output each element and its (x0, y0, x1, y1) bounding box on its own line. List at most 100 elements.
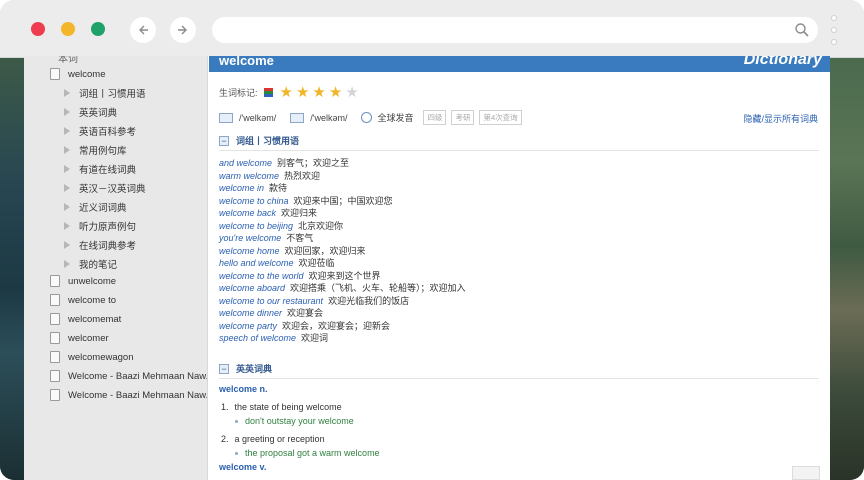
sidebar-item-label: 英汉－汉英词典 (79, 184, 146, 195)
kebab-dot (832, 40, 836, 44)
sidebar-item-welcome-baazi-2[interactable]: Welcome - Baazi Mehmaan Naw... (50, 386, 208, 404)
phrase-en-link[interactable]: welcome party (219, 321, 277, 331)
disclosure-triangle-icon (64, 260, 70, 268)
phrase-en-link[interactable]: welcome dinner (219, 308, 282, 318)
phrase-en-link[interactable]: welcome home (219, 246, 280, 256)
phrase-item: speech of welcome 欢迎词 (219, 331, 328, 344)
pronunciation-row: /'welkəm/ /'welkəm/ 全球发音 四级 考研 第4次查询 (219, 110, 819, 125)
disclosure-triangle-icon (64, 184, 70, 192)
document-icon (50, 389, 60, 401)
sidebar-item-online-reference[interactable]: 在线词典参考 (64, 236, 136, 254)
collapse-icon[interactable]: − (219, 363, 229, 374)
star-icon[interactable]: ★ (280, 85, 293, 100)
definition-text: the state of being welcome (234, 402, 342, 412)
phrase-item: welcome to beijing 北京欢迎你 (219, 219, 343, 232)
definition-item: 2. a greeting or reception (221, 434, 325, 444)
sidebar-item-welcomemat[interactable]: welcomemat (50, 310, 121, 328)
sidebar-item-phrases[interactable]: 词组丨习惯用语 (64, 84, 146, 102)
phrase-en-link[interactable]: hello and welcome (219, 258, 294, 268)
more-menu-button[interactable] (830, 16, 838, 44)
global-pronunciation-link[interactable]: 全球发音 (377, 111, 413, 124)
toggle-all-dictionaries-link[interactable]: 隐藏/显示所有词典 (743, 112, 818, 125)
sidebar-item-welcomer[interactable]: welcomer (50, 329, 109, 347)
star-icon[interactable]: ★ (329, 85, 342, 100)
phrase-zh: 欢迎会，欢迎宴会；迎新会 (282, 320, 391, 331)
phrase-en-link[interactable]: welcome aboard (219, 283, 285, 293)
phrase-item: welcome dinner 欢迎宴会 (219, 306, 323, 319)
dictionary-brand: Dictionary (743, 56, 822, 68)
document-icon (50, 351, 60, 363)
sidebar-item-label: 词组丨习惯用语 (79, 89, 146, 100)
sidebar-item-label: 常用例句库 (79, 146, 127, 157)
sidebar-item-notes[interactable]: 我的笔记 (64, 255, 117, 273)
disclosure-triangle-icon (64, 222, 70, 230)
maximize-window-button[interactable] (91, 22, 105, 36)
phrase-item: you're welcome 不客气 (219, 231, 313, 244)
definition-number: 2. (221, 434, 229, 444)
phrase-item: warm welcome 热烈欢迎 (219, 169, 320, 182)
sidebar-item-label: 近义词词典 (79, 203, 127, 214)
phrase-en-link[interactable]: warm welcome (219, 171, 279, 181)
phrase-en-link[interactable]: welcome to our restaurant (219, 296, 323, 306)
section-title: 英英词典 (236, 364, 273, 374)
sidebar-item-synonyms[interactable]: 近义词词典 (64, 198, 127, 216)
sidebar-item-welcome-baazi-1[interactable]: Welcome - Baazi Mehmaan Naw... (50, 367, 208, 385)
sidebar-item-youdao-online[interactable]: 有道在线词典 (64, 160, 136, 178)
url-input[interactable] (212, 17, 772, 43)
tag-badge: 四级 (423, 110, 447, 125)
address-bar[interactable] (212, 17, 818, 43)
ee-section-header[interactable]: − 英英词典 (219, 362, 819, 379)
document-icon (50, 370, 60, 382)
sidebar-item-label: 在线词典参考 (79, 241, 137, 252)
star-icon[interactable]: ★ (312, 85, 325, 100)
sidebar-item-label: 我的笔记 (79, 260, 118, 271)
pronunciation-us: /'welkəm/ (310, 112, 348, 123)
phrase-item: hello and welcome 欢迎莅临 (219, 256, 335, 269)
star-icon[interactable]: ★ (296, 85, 309, 100)
sidebar-item-en-cn-dictionary[interactable]: 英汉－汉英词典 (64, 179, 146, 197)
forward-button[interactable] (170, 17, 196, 43)
phrase-item: welcome aboard 欢迎搭乘（飞机、火车、轮船等）；欢迎加入 (219, 281, 466, 294)
phrase-en-link[interactable]: speech of welcome (219, 333, 296, 343)
back-button[interactable] (130, 17, 156, 43)
browser-toolbar (0, 0, 864, 58)
sidebar-item-welcome[interactable]: welcome (50, 65, 106, 83)
disclosure-triangle-icon (64, 165, 70, 173)
phrase-en-link[interactable]: welcome in (219, 183, 264, 193)
phrase-en-link[interactable]: welcome to the world (219, 271, 304, 281)
tag-badge: 第4次查询 (479, 110, 522, 125)
headword: welcome (219, 56, 274, 68)
sidebar-item-encyclopedia[interactable]: 英语百科参考 (64, 122, 136, 140)
search-icon[interactable] (794, 22, 810, 38)
window-corner-widget (792, 466, 820, 480)
sidebar-item-label: Welcome - Baazi Mehmaan Naw... (68, 370, 208, 382)
word-header: welcome Dictionary (209, 56, 830, 72)
globe-icon[interactable] (361, 112, 373, 123)
sidebar-item-sentences[interactable]: 常用例句库 (64, 141, 127, 159)
phrase-en-link[interactable]: you're welcome (219, 233, 281, 243)
sidebar-item-unwelcome[interactable]: unwelcome (50, 272, 116, 290)
sidebar-item-ee-dictionary[interactable]: 英英词典 (64, 103, 117, 121)
close-window-button[interactable] (31, 22, 45, 36)
section-title: 词组丨习惯用语 (236, 136, 300, 146)
phrase-en-link[interactable]: welcome to beijing (219, 221, 293, 231)
us-flag-icon[interactable] (290, 112, 305, 123)
phrase-en-link[interactable]: and welcome (219, 158, 272, 168)
sidebar-item-welcomewagon[interactable]: welcomewagon (50, 348, 133, 366)
sidebar-item-welcome-to[interactable]: welcome to (50, 291, 116, 309)
phrase-item: welcome back 欢迎归来 (219, 206, 317, 219)
example-text: the proposal got a warm welcome (245, 448, 380, 458)
minimize-window-button[interactable] (61, 22, 75, 36)
dictionary-app-window: 本词 welcome 词组丨习惯用语 英英词典 英语百科参考 常用例句库 有道在… (24, 56, 830, 480)
phrases-section-header[interactable]: − 词组丨习惯用语 (219, 134, 819, 151)
phrase-en-link[interactable]: welcome to china (219, 196, 289, 206)
collapse-icon[interactable]: − (219, 135, 229, 146)
sidebar-item-audio-examples[interactable]: 听力原声例句 (64, 217, 136, 235)
definition-number: 1. (221, 402, 229, 412)
uk-flag-icon[interactable] (219, 112, 233, 123)
wallpaper-right-edge (824, 56, 864, 480)
star-empty-icon[interactable]: ★ (345, 85, 358, 100)
sidebar-item-label: Welcome - Baazi Mehmaan Naw... (68, 389, 208, 401)
phrase-en-link[interactable]: welcome back (219, 208, 276, 218)
wordbook-icon[interactable] (263, 88, 273, 97)
